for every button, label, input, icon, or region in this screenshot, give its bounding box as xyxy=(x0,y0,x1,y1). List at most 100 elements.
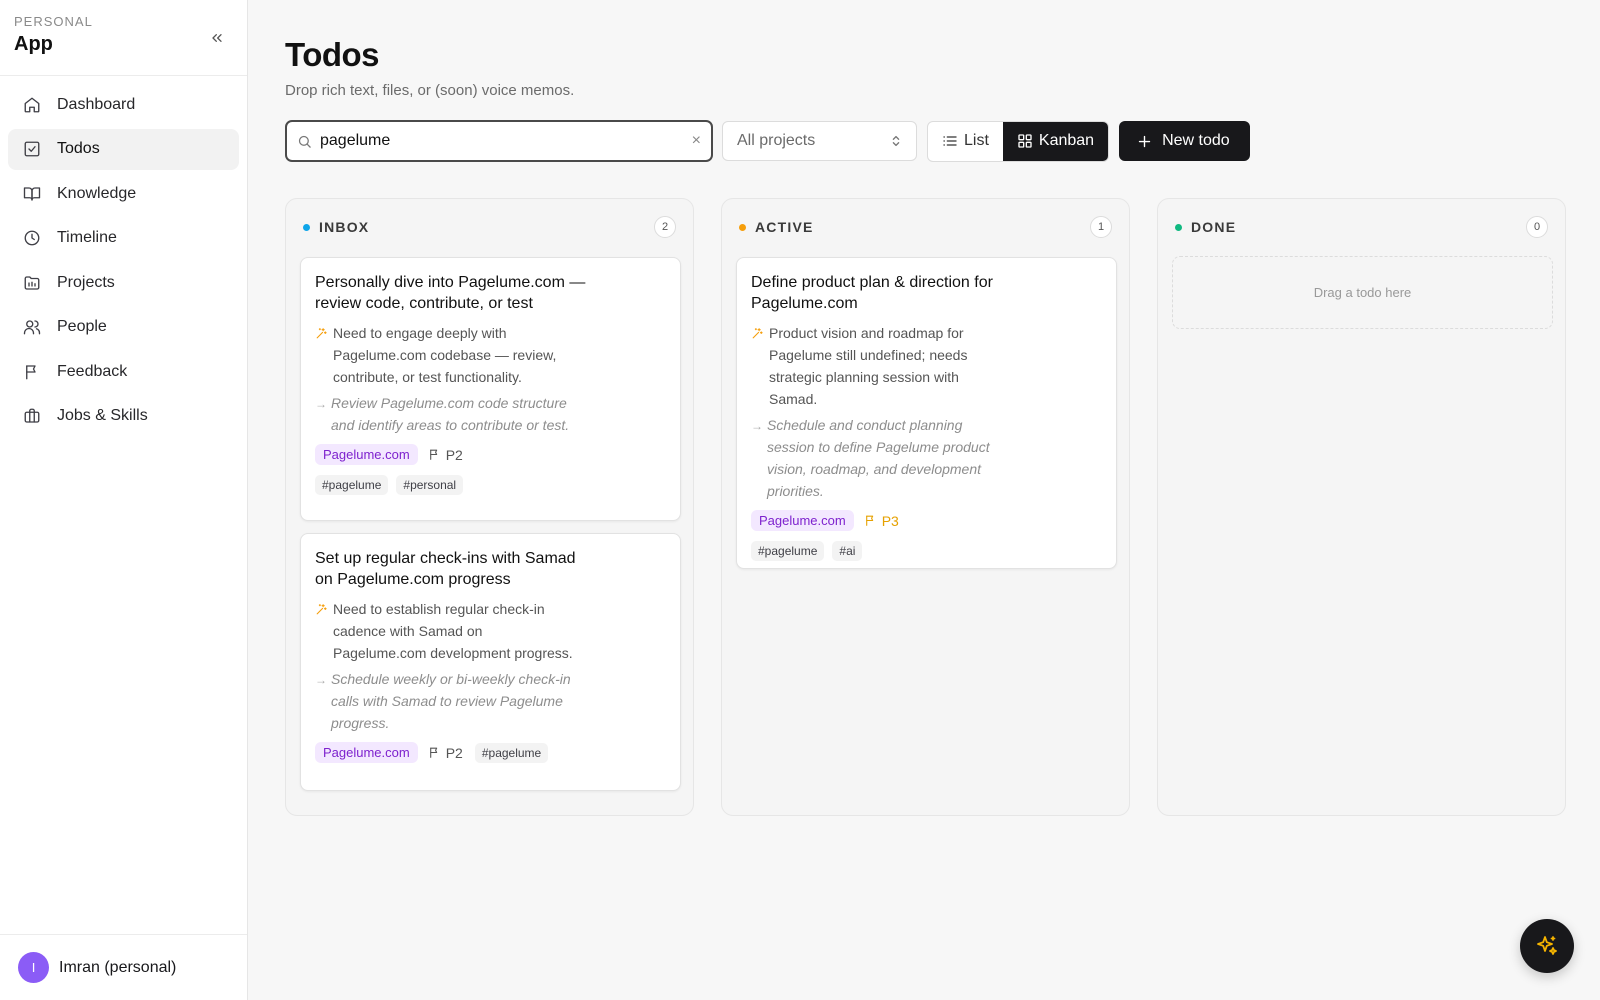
view-list-label: List xyxy=(964,132,989,149)
view-kanban-label: Kanban xyxy=(1038,132,1095,149)
priority-label: P2 xyxy=(445,744,463,761)
page-subtitle: Drop rich text, files, or (soon) voice m… xyxy=(285,82,575,99)
grid-icon xyxy=(1018,134,1032,148)
sidebar-item-people[interactable]: People xyxy=(8,307,239,348)
workspace-header: PERSONAL App xyxy=(0,0,247,76)
clear-search-icon[interactable]: × xyxy=(686,132,701,150)
sidebar-item-label: Knowledge xyxy=(57,184,137,202)
todo-next-text: Review Pagelume.com code structure and i… xyxy=(331,395,570,433)
sidebar-item-label: Projects xyxy=(57,273,115,291)
status-dot xyxy=(303,223,310,231)
tag-chip[interactable]: #personal xyxy=(396,475,464,495)
arrow-right-icon: → xyxy=(751,419,763,433)
todo-card[interactable]: Personally dive into Pagelume.com — revi… xyxy=(300,257,681,521)
sparkles-icon xyxy=(751,322,769,410)
column-title: INBOX xyxy=(319,219,370,235)
tag-chip[interactable]: #pagelume xyxy=(474,742,549,763)
sidebar-item-jobs-skills[interactable]: Jobs & Skills xyxy=(8,396,239,437)
todo-title: Define product plan & direction for Page… xyxy=(751,274,993,312)
tag-chip[interactable]: #pagelume xyxy=(315,475,389,495)
todo-next-text: Schedule and conduct planning session to… xyxy=(767,417,990,499)
sidebar-item-feedback[interactable]: Feedback xyxy=(8,351,239,392)
sparkles-icon xyxy=(315,322,333,388)
chevrons-left-icon xyxy=(212,34,222,42)
priority-indicator: P2 xyxy=(428,745,463,761)
plus-icon xyxy=(1137,134,1152,149)
view-kanban-button[interactable]: Kanban xyxy=(1002,121,1109,161)
tag-chip[interactable]: #pagelume xyxy=(751,541,825,561)
sidebar-item-knowledge[interactable]: Knowledge xyxy=(8,173,239,214)
column-header: DONE 0 xyxy=(1158,199,1565,255)
checkbox-icon xyxy=(22,139,42,159)
column-title: ACTIVE xyxy=(755,219,814,235)
priority-indicator: P3 xyxy=(864,513,899,529)
view-list-button[interactable]: List xyxy=(928,122,1003,161)
flag-icon xyxy=(865,515,873,526)
column-header: ACTIVE 1 xyxy=(722,199,1129,255)
main-content: Todos Drop rich text, files, or (soon) v… xyxy=(248,0,1600,1000)
sidebar: PERSONAL App Dashboard Todos Knowledge T… xyxy=(0,0,248,1000)
todo-tags: #pagelume #ai xyxy=(751,541,1102,561)
column-inbox: INBOX 2 Personally dive into Pagelume.co… xyxy=(285,198,694,816)
column-done: DONE 0 Drag a todo here xyxy=(1157,198,1566,816)
user-menu[interactable]: I Imran (personal) xyxy=(0,934,247,1000)
todo-meta: Pagelume.com P2 #pagelume xyxy=(315,742,666,763)
sparkles-icon xyxy=(315,598,333,664)
new-todo-button[interactable]: New todo xyxy=(1119,121,1250,161)
avatar: I xyxy=(18,952,49,983)
flag-icon xyxy=(22,362,42,382)
status-dot xyxy=(739,223,746,231)
page-title: Todos xyxy=(285,36,380,73)
sidebar-item-label: Todos xyxy=(57,140,100,157)
sidebar-item-label: Dashboard xyxy=(57,95,136,113)
flag-icon xyxy=(429,449,437,460)
project-filter-value: All projects xyxy=(737,132,816,149)
todo-card[interactable]: Define product plan & direction for Page… xyxy=(736,257,1117,569)
project-badge[interactable]: Pagelume.com xyxy=(751,510,854,531)
sidebar-item-todos[interactable]: Todos xyxy=(8,128,239,170)
project-filter-select[interactable]: All projects xyxy=(722,121,917,161)
sidebar-item-label: Feedback xyxy=(57,362,128,380)
arrow-right-icon: → xyxy=(315,673,327,687)
todo-next-step: → Schedule and conduct planning session … xyxy=(751,414,1102,502)
priority-label: P3 xyxy=(881,512,899,529)
priority-indicator: P2 xyxy=(428,447,463,463)
sidebar-item-dashboard[interactable]: Dashboard xyxy=(8,84,239,125)
flag-icon xyxy=(429,747,437,758)
sidebar-item-label: Jobs & Skills xyxy=(57,407,148,424)
search-input[interactable] xyxy=(320,132,686,150)
todo-next-text: Schedule weekly or bi-weekly check-in ca… xyxy=(331,671,571,731)
search-box: × xyxy=(285,120,713,162)
drop-zone[interactable]: Drag a todo here xyxy=(1172,256,1553,329)
workspace-kicker: PERSONAL xyxy=(14,14,93,29)
todo-title: Set up regular check-ins with Samad on P… xyxy=(315,550,576,588)
todo-reason-text: Need to establish regular check-in caden… xyxy=(333,601,573,661)
tag-chip[interactable]: #ai xyxy=(832,541,863,561)
column-count-badge: 1 xyxy=(1090,216,1112,238)
todo-reason: Product vision and roadmap for Pagelume … xyxy=(751,322,1102,410)
project-badge[interactable]: Pagelume.com xyxy=(315,742,418,763)
project-badge[interactable]: Pagelume.com xyxy=(315,444,418,465)
sidebar-item-label: People xyxy=(57,318,107,335)
todo-reason: Need to engage deeply with Pagelume.com … xyxy=(315,322,666,388)
toolbar: × All projects List Kanban New todo xyxy=(285,120,1250,162)
todo-title: Personally dive into Pagelume.com — revi… xyxy=(315,274,586,312)
home-icon xyxy=(22,95,42,115)
search-icon xyxy=(297,134,312,149)
status-dot xyxy=(1175,223,1182,231)
briefcase-icon xyxy=(22,406,42,426)
todo-card[interactable]: Set up regular check-ins with Samad on P… xyxy=(300,533,681,791)
user-name: Imran (personal) xyxy=(59,958,177,976)
arrow-right-icon: → xyxy=(315,397,327,411)
collapse-sidebar-button[interactable] xyxy=(205,26,229,50)
todo-tags: #pagelume #personal xyxy=(315,475,666,495)
chevron-up-down-icon xyxy=(892,135,900,147)
view-toggle: List Kanban xyxy=(927,120,1110,162)
ai-assistant-button[interactable] xyxy=(1520,919,1574,973)
clock-icon xyxy=(22,228,42,248)
sidebar-nav: Dashboard Todos Knowledge Timeline Proje… xyxy=(0,76,247,448)
column-active: ACTIVE 1 Define product plan & direction… xyxy=(721,198,1130,816)
todo-reason-text: Product vision and roadmap for Pagelume … xyxy=(769,325,968,407)
sidebar-item-projects[interactable]: Projects xyxy=(8,262,239,303)
sidebar-item-timeline[interactable]: Timeline xyxy=(8,218,239,259)
